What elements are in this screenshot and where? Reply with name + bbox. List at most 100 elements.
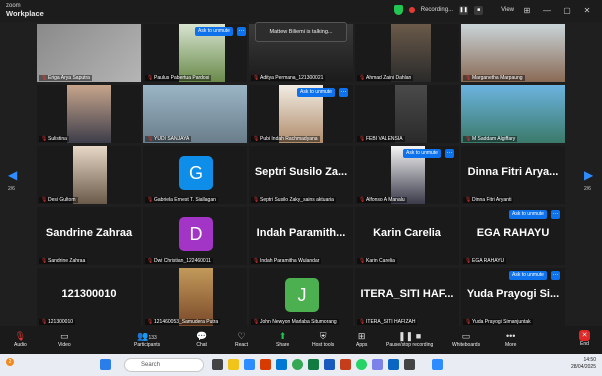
- ask-to-unmute-button[interactable]: Ask to unmute: [403, 149, 441, 158]
- participant-name: ITERA_SITI HAFIZAH: [366, 319, 416, 325]
- react-button[interactable]: ♡ React: [235, 330, 248, 348]
- participant-name-label: 🎙 ITERA_SITI HAFIZAH: [357, 319, 418, 325]
- ask-to-unmute-button[interactable]: Ask to unmute: [297, 88, 335, 97]
- participant-tile[interactable]: 🎙 FEBI VALENSIA: [355, 85, 459, 143]
- more-label: More: [505, 342, 517, 348]
- encryption-shield-icon[interactable]: [393, 5, 403, 15]
- chrome-icon[interactable]: [292, 359, 303, 370]
- powerpoint-icon[interactable]: [340, 359, 351, 370]
- tile-more-options-icon[interactable]: …: [237, 27, 246, 36]
- share-button[interactable]: ⬆ Share: [276, 330, 289, 348]
- participant-tile[interactable]: 🎙 M Saddam Algiffary: [461, 85, 565, 143]
- participant-name: Sulistina: [48, 136, 67, 142]
- share-arrow-icon: ⬆: [278, 331, 287, 341]
- close-icon[interactable]: ✕: [580, 6, 594, 15]
- microphone-muted-icon: 🎙: [41, 318, 48, 325]
- windows-start-icon[interactable]: [100, 359, 111, 370]
- host-tools-button[interactable]: ⛨ Host tools: [312, 330, 334, 348]
- tile-more-options-icon[interactable]: …: [551, 210, 560, 219]
- file-explorer-icon[interactable]: [228, 359, 239, 370]
- participant-tile[interactable]: J 🎙 John Newyon Marlaba Situmorang: [249, 268, 353, 326]
- participant-name: Dwi Christian_122460011: [154, 258, 211, 264]
- participant-name-label: 🎙 EGA RAHAYU: [463, 258, 507, 264]
- microphone-muted-icon: 🎙: [465, 74, 472, 81]
- microphone-muted-icon: 🎙: [359, 196, 366, 203]
- office-icon[interactable]: [260, 359, 271, 370]
- share-label: Share: [276, 342, 290, 348]
- participant-name-label: 🎙 Yuda Prayogi Simanjuntak: [463, 319, 533, 325]
- participant-name: Karin Carelia: [366, 258, 395, 264]
- minimize-icon[interactable]: —: [540, 6, 554, 15]
- participant-tile[interactable]: 🎙 YUDI SANJAYA: [143, 85, 247, 143]
- microphone-muted-icon: 🎙: [465, 135, 472, 142]
- previous-page-arrow-icon[interactable]: ◀: [8, 168, 17, 182]
- participant-tile[interactable]: 🎙 Marganetha Marpaung: [461, 24, 565, 82]
- participant-tile[interactable]: ITERA_SITI HAF... 🎙 ITERA_SITI HAFIZAH: [355, 268, 459, 326]
- more-dots-icon: •••: [505, 331, 516, 341]
- participant-name: 121460053_Samudera Putra: [154, 319, 219, 325]
- participant-tile[interactable]: 121300010 🎙 121300010: [37, 268, 141, 326]
- participant-tile[interactable]: Dinna Fitri Arya... 🎙 Dinna Fitri Aryanti: [461, 146, 565, 204]
- word-icon[interactable]: [324, 359, 335, 370]
- tile-more-options-icon[interactable]: …: [339, 88, 348, 97]
- task-view-icon[interactable]: [212, 359, 223, 370]
- participant-name-label: 🎙 FEBI VALENSIA: [357, 136, 405, 142]
- participants-count: 133: [148, 335, 157, 341]
- view-button[interactable]: View: [501, 7, 514, 13]
- view-grid-icon[interactable]: ⊞: [520, 6, 534, 15]
- participant-name: Gabriela Ernest T. Siallagan: [154, 197, 216, 203]
- microphone-muted-icon: 🎙: [41, 74, 48, 81]
- participant-tile[interactable]: G 🎙 Gabriela Ernest T. Siallagan: [143, 146, 247, 204]
- pause-recording-button[interactable]: ❚❚ ■ Pause/stop recording: [386, 330, 433, 348]
- store-icon[interactable]: [388, 359, 399, 370]
- participant-tile[interactable]: Sandrine Zahraa 🎙 Sandrine Zahraa: [37, 207, 141, 265]
- participant-tile[interactable]: Septri Susilo Za... 🎙 Septri Susilo Zaky_s…: [249, 146, 353, 204]
- ask-to-unmute-button[interactable]: Ask to unmute: [509, 271, 547, 280]
- participant-tile[interactable]: D 🎙 Dwi Christian_122460011: [143, 207, 247, 265]
- participant-tile[interactable]: 🎙 Eriga Arya Saputra: [37, 24, 141, 82]
- participants-button[interactable]: 👥133 Participants: [134, 330, 160, 348]
- pause-recording-icon[interactable]: ❚❚: [459, 5, 469, 15]
- system-clock[interactable]: 14:50 28/04/2025: [571, 357, 596, 371]
- participant-video: [461, 24, 565, 82]
- tile-more-options-icon[interactable]: …: [445, 149, 454, 158]
- maximize-icon[interactable]: ▢: [560, 6, 574, 15]
- zoom-running-icon[interactable]: [432, 359, 443, 370]
- participant-name-label: 🎙 Septri Susilo Zaky_sains aktuaria: [251, 197, 336, 203]
- participant-tile[interactable]: 🎙 Desi Gultom: [37, 146, 141, 204]
- participant-tile[interactable]: 🎙 Ahmad Zaini Dahlan: [355, 24, 459, 82]
- more-button[interactable]: ••• More: [505, 330, 516, 348]
- participant-tile[interactable]: Karin Carelia 🎙 Karin Carelia: [355, 207, 459, 265]
- participant-name: Yuda Prayogi Simanjuntak: [472, 319, 531, 325]
- zoom-app-icon[interactable]: [244, 359, 255, 370]
- participant-tile[interactable]: 🎙 121460053_Samudera Putra: [143, 268, 247, 326]
- microphone-muted-icon: 🎙: [147, 135, 154, 142]
- participant-display-name: Yuda Prayogi Si...: [466, 288, 560, 300]
- whiteboards-button[interactable]: ▭ Whiteboards: [452, 330, 480, 348]
- end-button[interactable]: ✕ End: [579, 330, 590, 347]
- excel-icon[interactable]: [308, 359, 319, 370]
- chat-button[interactable]: 💬 Chat: [196, 330, 207, 348]
- video-button[interactable]: ▭ Video: [58, 330, 71, 348]
- microphone-muted-icon: 🎙: [253, 74, 260, 81]
- whatsapp-icon[interactable]: [356, 359, 367, 370]
- recording-dot-icon: [408, 7, 415, 13]
- participant-tile[interactable]: 🎙 Sulistina: [37, 85, 141, 143]
- ask-to-unmute-button[interactable]: Ask to unmute: [195, 27, 233, 36]
- apps-button[interactable]: ⊞ Apps: [356, 330, 367, 348]
- next-page-arrow-icon[interactable]: ▶: [584, 168, 593, 182]
- page-indicator-right: 2/6: [584, 186, 591, 192]
- audio-button[interactable]: 🎙 Audio: [14, 330, 27, 348]
- edge-icon[interactable]: [276, 359, 287, 370]
- end-call-icon: ✕: [579, 330, 590, 341]
- settings-gear-icon[interactable]: [404, 359, 415, 370]
- weather-widget[interactable]: 2: [6, 358, 14, 366]
- ask-to-unmute-button[interactable]: Ask to unmute: [509, 210, 547, 219]
- participant-name: Alfonso A Manalu: [366, 197, 405, 203]
- taskbar-search[interactable]: Search: [124, 358, 204, 372]
- teams-icon[interactable]: [372, 359, 383, 370]
- participant-name-label: 🎙 Indah Paramitha Wulandar: [251, 258, 322, 264]
- tile-more-options-icon[interactable]: …: [551, 271, 560, 280]
- stop-recording-icon[interactable]: ■: [474, 5, 484, 15]
- participant-tile[interactable]: Indah Paramith... 🎙 Indah Paramitha Wuland…: [249, 207, 353, 265]
